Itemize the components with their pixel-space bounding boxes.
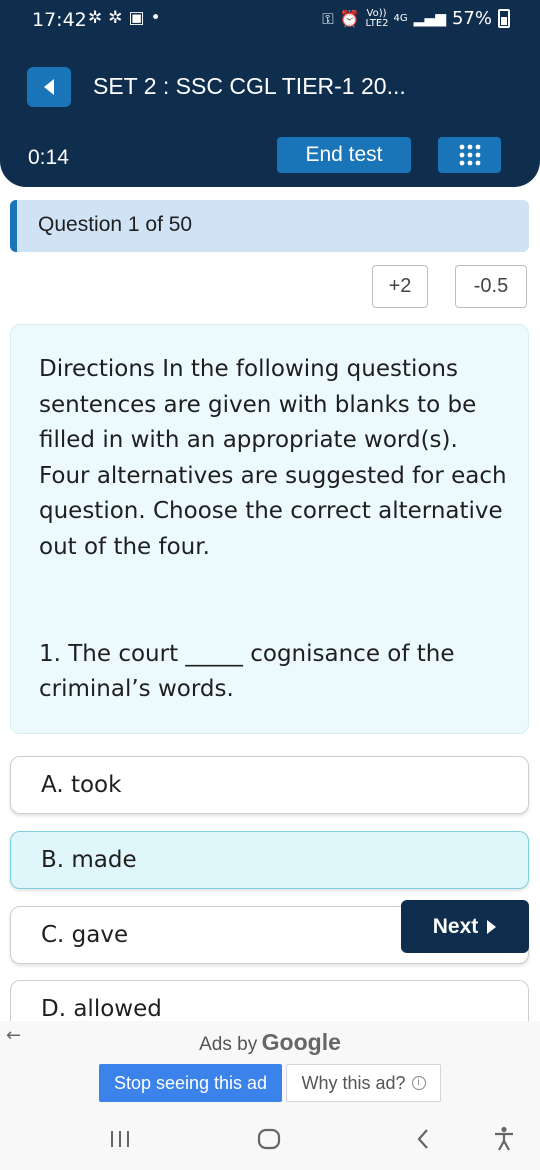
ads-by-google: Ads by Google bbox=[0, 1029, 540, 1056]
status-bar: 17:42 ✲ ✲ ▣ • ⚿ ⏰ Vo)) LTE2 4G ▂▄▆ 57% bbox=[0, 0, 540, 40]
next-button[interactable]: Next bbox=[401, 900, 529, 953]
end-test-button[interactable]: End test bbox=[277, 137, 411, 173]
status-time: 17:42 bbox=[32, 9, 87, 31]
option-label: C. gave bbox=[41, 922, 129, 948]
why-this-ad-button[interactable]: Why this ad? i bbox=[286, 1064, 441, 1102]
signal-icon: ▂▄▆ bbox=[413, 10, 446, 27]
why-this-ad-label: Why this ad? bbox=[301, 1072, 406, 1093]
home-button[interactable] bbox=[254, 1126, 284, 1152]
voicemail-icon: ▣ bbox=[128, 8, 145, 28]
recent-apps-icon bbox=[111, 1131, 129, 1147]
4g-icon: 4G bbox=[393, 12, 408, 24]
system-back-button[interactable] bbox=[408, 1126, 438, 1152]
status-icons-left: ✲ ✲ ▣ • bbox=[88, 8, 161, 28]
option-d[interactable]: D. allowed bbox=[10, 980, 529, 1026]
recent-apps-button[interactable] bbox=[105, 1126, 135, 1152]
volte-icon: Vo)) LTE2 bbox=[365, 7, 389, 29]
dot-icon: • bbox=[150, 8, 161, 28]
google-logo: Google bbox=[261, 1029, 341, 1055]
option-label: D. allowed bbox=[41, 996, 162, 1022]
alarm-icon: ⏰ bbox=[339, 9, 360, 28]
page-title: SET 2 : SSC CGL TIER-1 20... bbox=[93, 73, 406, 99]
status-icons-right: ⚿ ⏰ Vo)) LTE2 4G ▂▄▆ 57% bbox=[322, 8, 510, 29]
ads-by-label: Ads by bbox=[199, 1034, 258, 1055]
negative-marks-badge: -0.5 bbox=[455, 265, 527, 308]
question-directions: Directions In the following questions se… bbox=[39, 356, 507, 560]
test-timer: 0:14 bbox=[28, 146, 69, 169]
back-arrow-icon bbox=[44, 79, 54, 95]
app-header: 17:42 ✲ ✲ ▣ • ⚿ ⏰ Vo)) LTE2 4G ▂▄▆ 57% S… bbox=[0, 0, 540, 187]
question-counter: Question 1 of 50 bbox=[38, 213, 193, 236]
question-card: Directions In the following questions se… bbox=[10, 324, 529, 734]
option-label: B. made bbox=[41, 847, 137, 873]
option-label: A. took bbox=[41, 772, 122, 798]
positive-marks-badge: +2 bbox=[372, 265, 428, 308]
home-icon bbox=[257, 1128, 281, 1150]
play-arrow-icon bbox=[487, 919, 497, 934]
option-a[interactable]: A. took bbox=[10, 756, 529, 814]
option-b[interactable]: B. made bbox=[10, 831, 529, 889]
question-grid-button[interactable] bbox=[438, 137, 501, 173]
battery-icon bbox=[498, 9, 510, 28]
accessibility-button[interactable] bbox=[489, 1126, 519, 1152]
question-counter-bar: Question 1 of 50 bbox=[10, 200, 529, 252]
key-icon: ⚿ bbox=[322, 9, 334, 28]
sync-icon: ✲ bbox=[88, 8, 103, 28]
sync-icon: ✲ bbox=[108, 8, 123, 28]
back-button[interactable] bbox=[27, 67, 71, 107]
stop-seeing-ad-button[interactable]: Stop seeing this ad bbox=[99, 1064, 282, 1102]
battery-level: 57% bbox=[451, 8, 492, 29]
chevron-left-icon bbox=[417, 1129, 428, 1149]
accessibility-icon bbox=[495, 1126, 513, 1151]
ad-banner: ← Ads by Google Stop seeing this ad Why … bbox=[0, 1021, 540, 1108]
info-icon: i bbox=[411, 1076, 426, 1090]
next-label: Next bbox=[432, 914, 479, 938]
system-nav-bar bbox=[0, 1108, 540, 1170]
question-text: 1. The court _____ cognisance of the cri… bbox=[39, 641, 455, 702]
grid-icon bbox=[459, 144, 480, 166]
